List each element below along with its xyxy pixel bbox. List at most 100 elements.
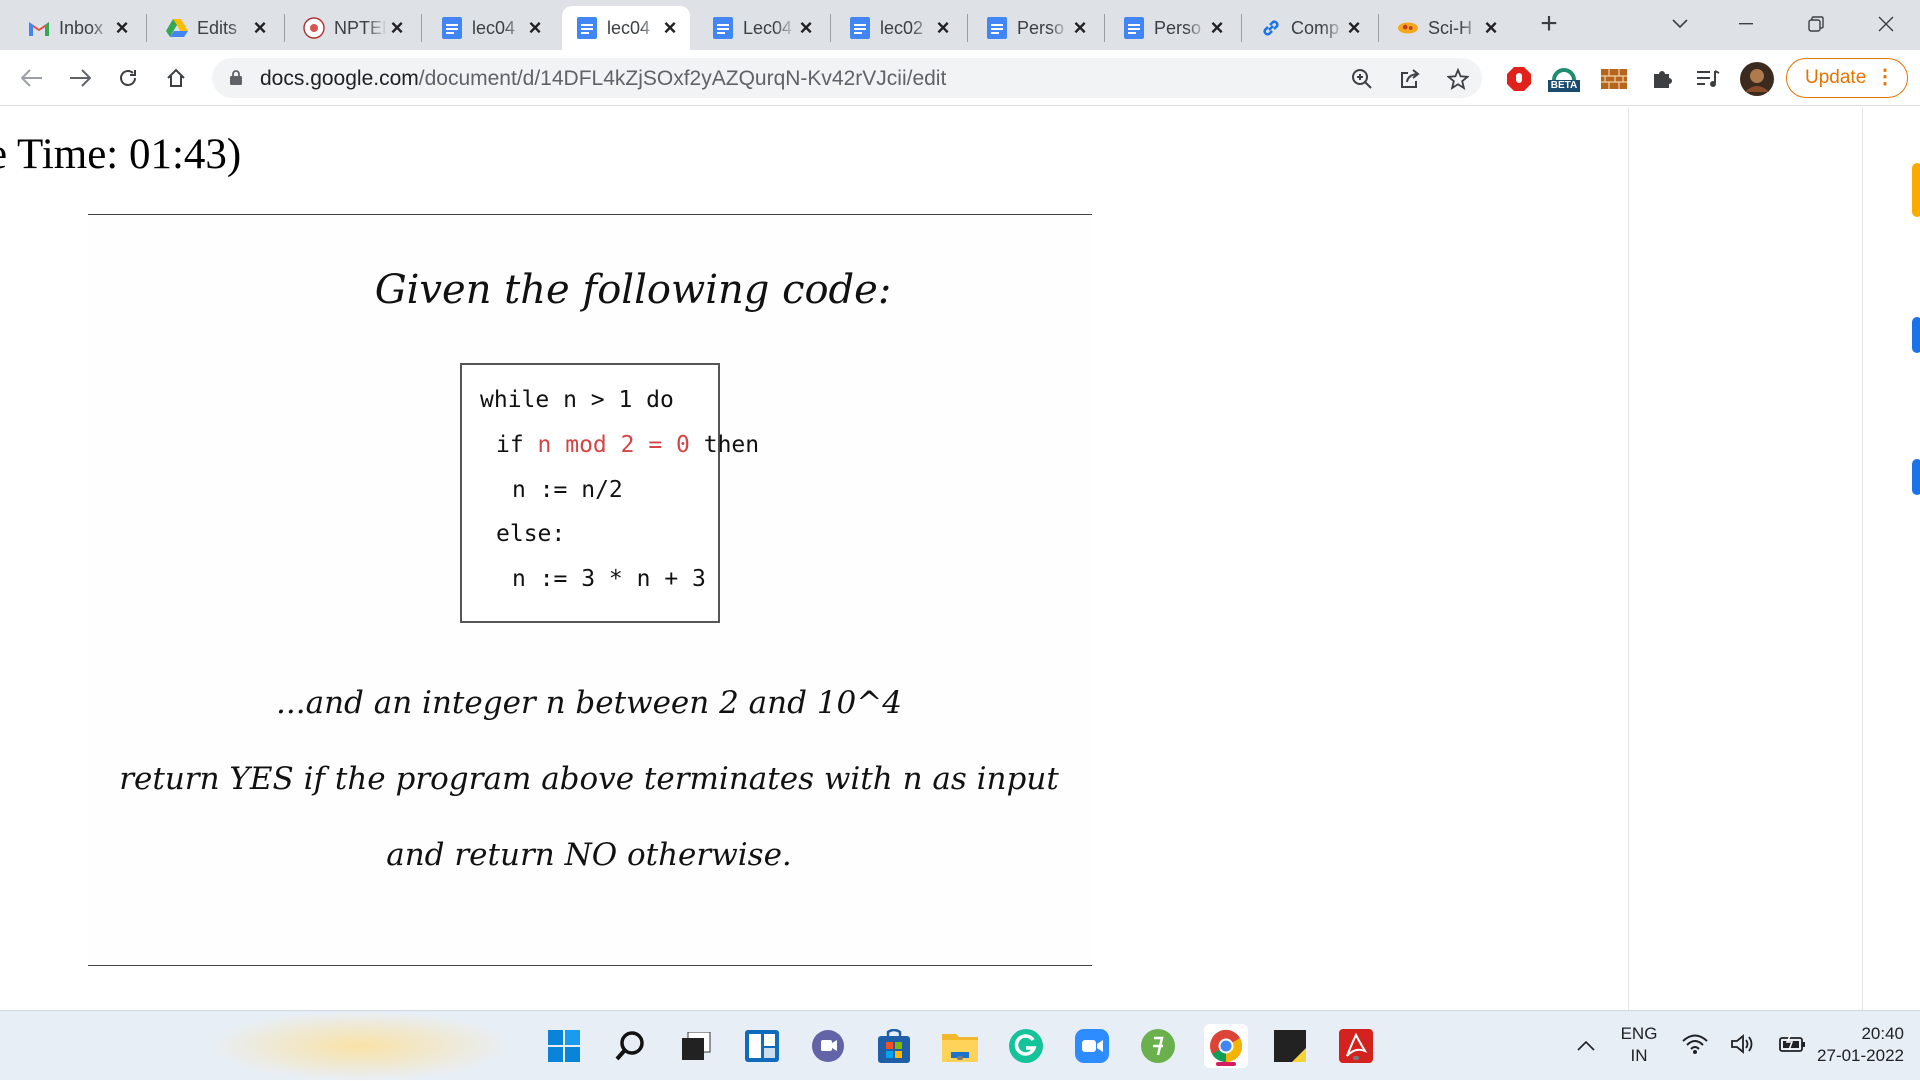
close-tab-icon[interactable]: × [1344, 17, 1364, 39]
beta-extension-icon[interactable]: BETA [1546, 64, 1582, 94]
tab-separator [421, 14, 422, 42]
lock-icon[interactable] [230, 70, 242, 85]
update-button[interactable]: Update ⋮ [1786, 58, 1908, 98]
code-token: if [496, 432, 538, 458]
search-icon[interactable] [612, 1028, 648, 1064]
volume-icon[interactable] [1730, 1033, 1756, 1060]
browser-tab-active[interactable]: lec04 × [562, 6, 690, 50]
running-indicator [957, 1056, 963, 1060]
slide-title: Given the following code: [374, 267, 892, 313]
google-docs-icon [576, 17, 598, 39]
code-token: n := 3 * n + 3 [512, 566, 706, 592]
close-tab-icon[interactable]: × [387, 17, 407, 39]
tab-separator [830, 14, 831, 42]
link-icon [1260, 17, 1282, 39]
google-docs-icon [986, 17, 1008, 39]
code-line-5: n := 3 * n + 3 [512, 566, 706, 592]
windows-start-icon[interactable] [546, 1028, 582, 1064]
app-icon[interactable] [1140, 1028, 1176, 1064]
profile-avatar[interactable] [1740, 62, 1774, 96]
grammarly-icon[interactable] [1008, 1028, 1044, 1064]
bookmark-star-icon[interactable] [1446, 67, 1470, 91]
google-docs-icon [441, 17, 463, 39]
close-tab-icon[interactable]: × [525, 17, 545, 39]
tab-search-chevron-icon[interactable] [1656, 6, 1704, 42]
microsoft-store-icon[interactable] [876, 1028, 912, 1064]
code-box: while n > 1 do if n mod 2 = 0 then n := … [460, 363, 759, 623]
browser-tab[interactable]: Inbox × [14, 6, 142, 50]
code-token: while n > 1 do [480, 387, 674, 413]
url-path: /document/d/14DFL4kZjSOxf2yAZQurqN-Kv42r… [418, 67, 947, 90]
extensions-puzzle-icon[interactable] [1648, 64, 1676, 94]
input-language[interactable]: ENG IN [1614, 1023, 1664, 1067]
google-docs-icon [849, 17, 871, 39]
zoom-icon[interactable] [1350, 67, 1374, 91]
clock-time: 20:40 [1861, 1024, 1904, 1043]
browser-tab[interactable]: Perso × [1109, 6, 1237, 50]
slide-text-line-1: ...and an integer n between 2 and 10^4 [276, 685, 902, 721]
browser-tab[interactable]: Edits × [152, 6, 280, 50]
close-tab-icon[interactable]: × [1070, 17, 1090, 39]
tasks-addon-icon[interactable] [1912, 317, 1920, 353]
show-hidden-icons-chevron-icon[interactable] [1572, 1028, 1600, 1064]
tab-title: Sci-H [1428, 17, 1472, 38]
close-tab-icon[interactable]: × [250, 17, 270, 39]
code-token: then [689, 432, 760, 458]
file-explorer-icon[interactable] [942, 1028, 978, 1064]
media-control-icon[interactable] [1694, 64, 1722, 94]
close-tab-icon[interactable]: × [1481, 17, 1501, 39]
brick-extension-icon[interactable] [1600, 64, 1628, 94]
share-icon[interactable] [1398, 67, 1422, 91]
active-indicator [1216, 1062, 1236, 1066]
browser-tab[interactable]: lec02 × [835, 6, 963, 50]
new-tab-button[interactable]: + [1535, 9, 1563, 40]
tab-separator [1241, 14, 1242, 42]
acrobat-icon[interactable] [1338, 1028, 1374, 1064]
clock[interactable]: 20:40 27-01-2022 [1794, 1023, 1904, 1067]
browser-tab[interactable]: Perso × [972, 6, 1100, 50]
google-docs-icon [712, 17, 734, 39]
windows-taskbar: ENG IN 20:40 27-01-2022 [0, 1010, 1920, 1081]
widgets-icon[interactable] [744, 1028, 780, 1064]
close-tab-icon[interactable]: × [1207, 17, 1227, 39]
chrome-icon[interactable] [1204, 1024, 1248, 1068]
browser-tab[interactable]: lec04 × [427, 6, 555, 50]
adblock-extension-icon[interactable] [1504, 64, 1534, 94]
update-label: Update [1805, 67, 1867, 88]
url-text[interactable]: docs.google.com/document/d/14DFL4kZjSOxf… [260, 67, 946, 91]
tab-separator [1378, 14, 1379, 42]
forward-arrow-icon[interactable] [64, 62, 96, 94]
close-tab-icon[interactable]: × [112, 17, 132, 39]
sticky-notes-icon[interactable] [1272, 1028, 1308, 1064]
close-tab-icon[interactable]: × [796, 17, 816, 39]
zoom-icon[interactable] [1074, 1028, 1110, 1064]
slide-text-line-2: return YES if the program above terminat… [119, 761, 1059, 797]
back-arrow-icon[interactable] [16, 62, 48, 94]
browser-tab[interactable]: Lec04 × [698, 6, 826, 50]
browser-tab[interactable]: Comp × [1246, 6, 1374, 50]
close-tab-icon[interactable]: × [933, 17, 953, 39]
region-label: IN [1630, 1046, 1648, 1065]
chrome-menu-icon[interactable]: ⋮ [1875, 66, 1895, 88]
reload-icon[interactable] [112, 62, 144, 94]
task-view-icon[interactable] [678, 1028, 714, 1064]
contacts-addon-icon[interactable] [1912, 459, 1920, 495]
code-token: n mod 2 = 0 [537, 432, 690, 458]
wifi-icon[interactable] [1682, 1033, 1708, 1060]
address-bar[interactable]: docs.google.com/document/d/14DFL4kZjSOxf… [212, 58, 1482, 98]
google-drive-icon [166, 17, 188, 39]
minimize-icon[interactable] [1722, 6, 1770, 42]
close-window-icon[interactable] [1862, 6, 1910, 42]
code-line-2: if n mod 2 = 0 then [496, 432, 759, 458]
keep-addon-icon[interactable] [1912, 163, 1920, 217]
restore-icon[interactable] [1792, 6, 1840, 42]
close-tab-icon[interactable]: × [660, 17, 680, 39]
browser-tab[interactable]: NPTEL × [289, 6, 417, 50]
teams-chat-icon[interactable] [810, 1028, 846, 1064]
home-icon[interactable] [160, 62, 192, 94]
code-line-4: else: [496, 521, 565, 547]
browser-tab[interactable]: Sci-H × [1383, 6, 1511, 50]
side-panel-divider [1862, 107, 1863, 1010]
tab-title: Inbox [59, 17, 104, 38]
system-tray[interactable] [1682, 1028, 1806, 1064]
